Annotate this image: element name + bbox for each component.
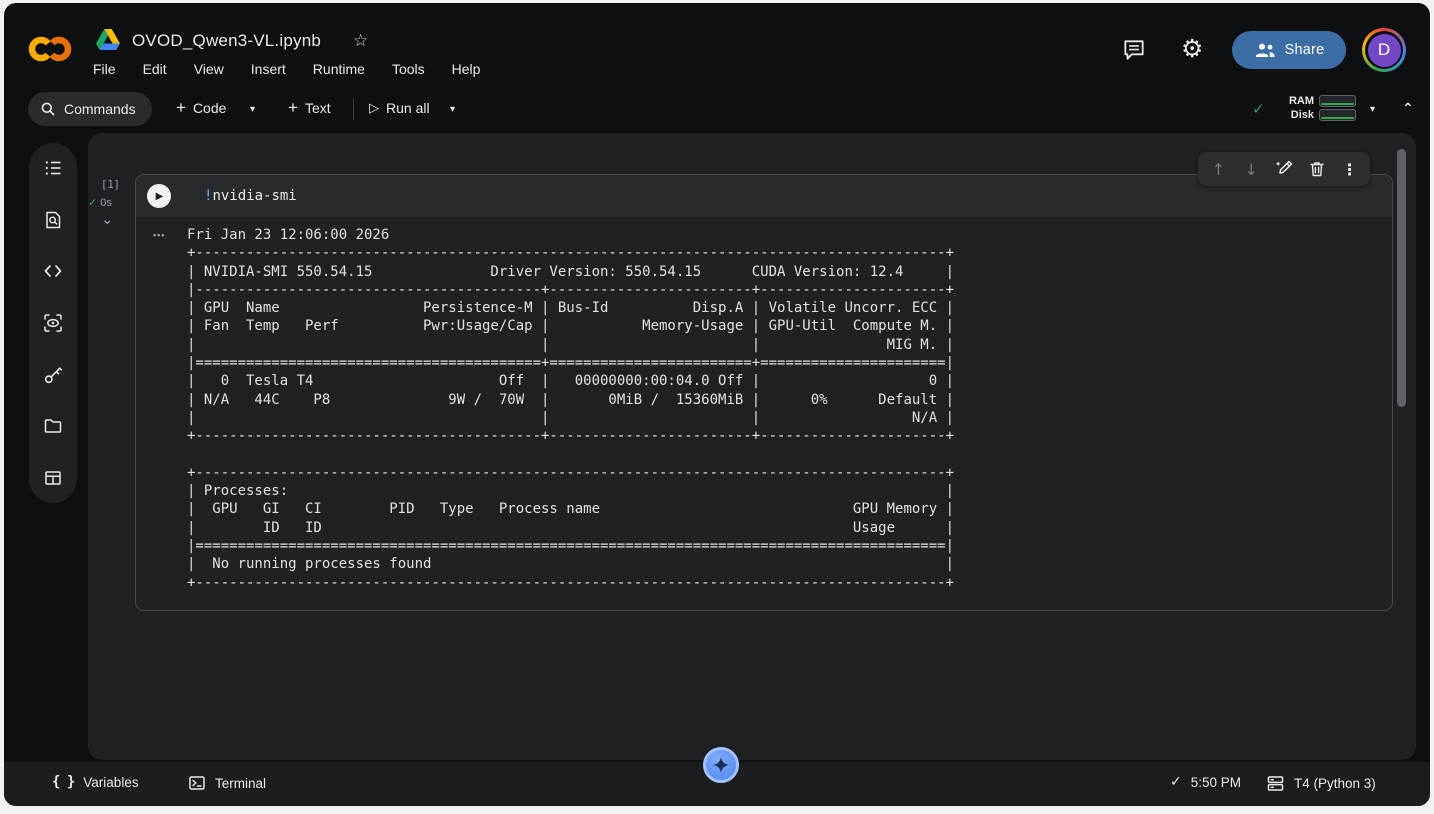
colab-window: OVOD_Qwen3-VL.ipynb ☆ File Edit View Ins… (4, 3, 1430, 806)
code-text: nvidia-smi (212, 188, 297, 204)
share-button[interactable]: Share (1232, 31, 1346, 69)
cell-more-options-icon[interactable]: ⋮ (1337, 160, 1363, 179)
connected-check-icon: ✓ (1252, 100, 1265, 118)
search-icon (40, 101, 56, 117)
menu-bar: File Edit View Insert Runtime Tools Help (93, 61, 480, 77)
runtime-selector[interactable]: T4 (Python 3) (1266, 774, 1376, 793)
menu-insert[interactable]: Insert (251, 61, 286, 77)
menu-edit[interactable]: Edit (143, 61, 167, 77)
runtime-server-icon (1266, 774, 1285, 793)
add-text-button[interactable]: + Text (288, 98, 331, 117)
data-table-icon[interactable] (42, 467, 64, 489)
run-icon: ▷ (369, 100, 379, 116)
avatar[interactable]: D (1362, 28, 1406, 72)
resources-caret-icon[interactable]: ▾ (1370, 104, 1375, 115)
people-icon (1254, 42, 1276, 58)
cell-toolbar: ↑ ↓ ⋮ (1198, 152, 1370, 186)
resources-indicator[interactable]: RAM Disk (1286, 95, 1356, 121)
table-of-contents-icon[interactable] (42, 157, 64, 179)
saved-status: ✓ 5:50 PM (1170, 774, 1241, 790)
code-snippets-icon[interactable] (42, 260, 64, 282)
run-cell-button[interactable]: ▶ (147, 184, 171, 208)
run-all-caret-icon[interactable]: ▾ (450, 104, 455, 115)
colab-logo[interactable] (27, 28, 73, 70)
secrets-key-icon[interactable] (42, 364, 64, 386)
menu-tools[interactable]: Tools (392, 61, 425, 77)
disk-label: Disk (1290, 109, 1314, 121)
menu-runtime[interactable]: Runtime (313, 61, 365, 77)
gemini-spark-icon (713, 757, 729, 773)
collapse-output-icon[interactable]: ⌄ (101, 210, 114, 228)
comments-icon[interactable] (1121, 37, 1147, 63)
vertical-scrollbar[interactable] (1397, 149, 1406, 407)
execution-time: 0s (100, 196, 112, 209)
terminal-button[interactable]: Terminal (188, 774, 266, 792)
move-cell-down-icon[interactable]: ↓ (1238, 160, 1264, 179)
saved-check-icon: ✓ (1170, 774, 1182, 790)
variables-button[interactable]: { } Variables (52, 774, 139, 790)
eye-scan-icon[interactable] (42, 312, 64, 334)
notebook-title[interactable]: OVOD_Qwen3-VL.ipynb (132, 31, 321, 51)
run-all-button[interactable]: ▷ Run all (369, 100, 430, 116)
commands-label: Commands (64, 101, 136, 117)
share-label: Share (1284, 42, 1325, 58)
move-cell-up-icon[interactable]: ↑ (1205, 160, 1231, 179)
collapse-header-icon[interactable]: ⌃ (1402, 101, 1414, 117)
files-folder-icon[interactable] (42, 415, 64, 437)
menu-view[interactable]: View (194, 61, 224, 77)
success-check-icon: ✓ (88, 196, 98, 209)
terminal-icon (188, 774, 206, 792)
execution-status: ✓ 0s (88, 196, 112, 209)
toolbar-divider (353, 98, 354, 120)
code-line[interactable]: !nvidia-smi (204, 188, 297, 204)
plus-icon: + (288, 98, 298, 117)
runtime-label: T4 (Python 3) (1294, 776, 1376, 791)
play-icon: ▶ (155, 190, 164, 202)
avatar-letter: D (1367, 33, 1401, 67)
menu-help[interactable]: Help (452, 61, 481, 77)
star-icon[interactable]: ☆ (353, 31, 368, 51)
add-code-caret-icon[interactable]: ▾ (250, 104, 255, 115)
last-saved-time: 5:50 PM (1190, 774, 1242, 790)
left-sidebar (29, 143, 77, 503)
delete-cell-icon[interactable] (1304, 160, 1330, 178)
braces-icon: { } (52, 774, 75, 790)
drive-icon (96, 29, 120, 50)
find-replace-icon[interactable] (42, 209, 64, 231)
code-cell: ▶ !nvidia-smi ••• Fri Jan 23 12:06:00 20… (135, 174, 1393, 611)
edit-with-ai-icon[interactable] (1271, 159, 1297, 179)
cell-output: Fri Jan 23 12:06:00 2026 +--------------… (187, 227, 955, 591)
ram-meter (1319, 95, 1356, 107)
commands-button[interactable]: Commands (28, 92, 152, 126)
disk-meter (1319, 109, 1356, 121)
plus-icon: + (176, 98, 186, 117)
output-options-icon[interactable]: ••• (153, 230, 165, 240)
settings-gear-icon[interactable]: ⚙ (1181, 36, 1203, 61)
ram-label: RAM (1288, 95, 1314, 107)
menu-file[interactable]: File (93, 61, 116, 77)
add-code-button[interactable]: + Code (176, 98, 226, 117)
gemini-button[interactable] (703, 747, 739, 783)
execution-count: [1] (101, 179, 120, 191)
